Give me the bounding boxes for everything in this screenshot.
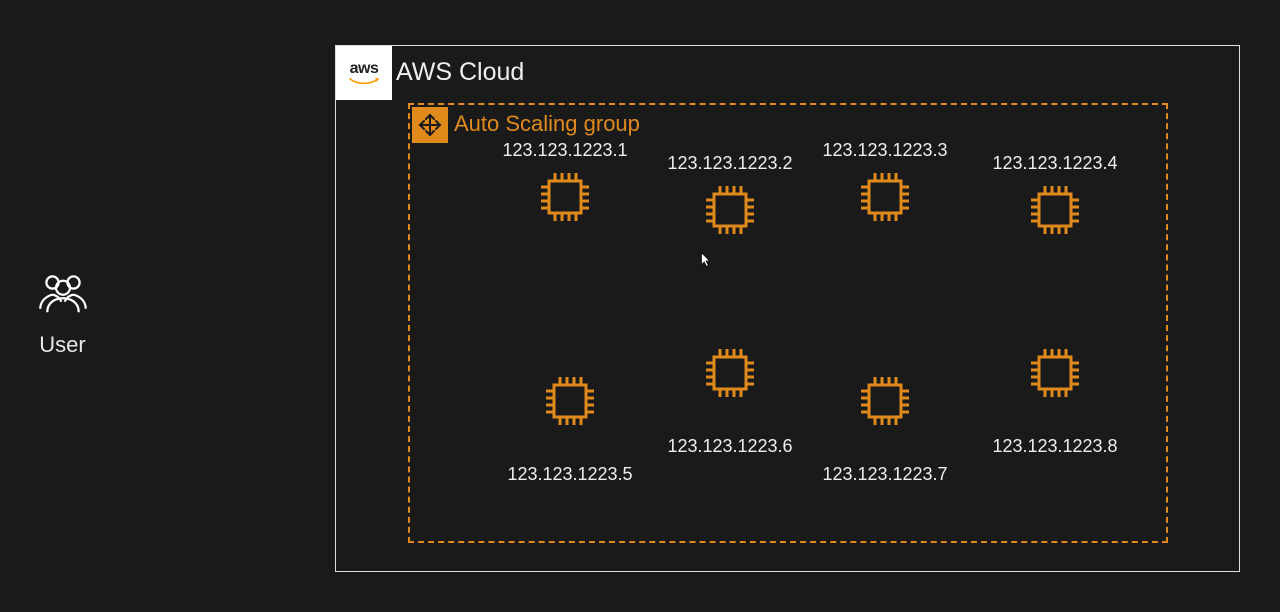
instance-8-ip: 123.123.1223.8 [975, 436, 1135, 457]
cpu-chip-icon [855, 371, 915, 431]
instance-5: 123.123.1223.5 [490, 365, 650, 485]
instance-4-ip: 123.123.1223.4 [975, 153, 1135, 174]
instance-3-ip: 123.123.1223.3 [805, 140, 965, 161]
aws-logo: aws [348, 61, 380, 85]
cpu-chip-icon [700, 180, 760, 240]
instance-2-ip: 123.123.1223.2 [650, 153, 810, 174]
cpu-chip-icon [700, 343, 760, 403]
user-label: User [30, 332, 95, 358]
user-block: User [30, 265, 95, 358]
aws-cloud-title: AWS Cloud [396, 58, 524, 87]
instance-7-ip: 123.123.1223.7 [805, 464, 965, 485]
aws-smile-icon [348, 77, 380, 85]
aws-cloud-box: aws AWS Cloud Auto Scaling group [335, 45, 1240, 572]
cpu-chip-icon [1025, 180, 1085, 240]
instance-4: 123.123.1223.4 [975, 153, 1135, 251]
aws-logo-text: aws [350, 60, 379, 77]
auto-scaling-icon [416, 111, 444, 139]
instance-3: 123.123.1223.3 [805, 140, 965, 238]
instance-6-ip: 123.123.1223.6 [650, 436, 810, 457]
instance-6: 123.123.1223.6 [650, 337, 810, 457]
cpu-chip-icon [535, 167, 595, 227]
cpu-chip-icon [1025, 343, 1085, 403]
instance-2: 123.123.1223.2 [650, 153, 810, 251]
users-icon [35, 265, 91, 321]
aws-logo-badge: aws [336, 46, 392, 100]
instance-1-ip: 123.123.1223.1 [485, 140, 645, 161]
instance-8: 123.123.1223.8 [975, 337, 1135, 457]
cpu-chip-icon [855, 167, 915, 227]
instance-1: 123.123.1223.1 [485, 140, 645, 238]
asg-title: Auto Scaling group [454, 111, 640, 137]
instance-5-ip: 123.123.1223.5 [490, 464, 650, 485]
cpu-chip-icon [540, 371, 600, 431]
instance-7: 123.123.1223.7 [805, 365, 965, 485]
asg-badge [412, 107, 448, 143]
auto-scaling-group-box: Auto Scaling group 123.123.1223.1 123.12… [408, 103, 1168, 543]
